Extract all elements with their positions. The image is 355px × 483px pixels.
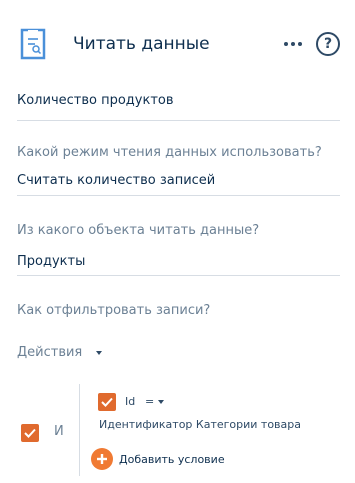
chevron-down-icon [158, 399, 165, 404]
check-icon [101, 397, 113, 407]
group-checkbox[interactable] [21, 424, 39, 442]
condition-value[interactable]: Идентификатор Категории товара [99, 418, 301, 431]
actions-dropdown[interactable]: Действия [17, 345, 103, 360]
mode-question-label: Какой режим чтения данных использовать? [17, 145, 322, 160]
condition-operator-label: = [145, 395, 155, 408]
group-operator[interactable]: И [54, 424, 64, 439]
name-field-underline [17, 120, 340, 121]
check-icon [24, 428, 36, 438]
more-dot [298, 42, 302, 46]
more-dot [284, 42, 288, 46]
add-condition-button[interactable]: Добавить условие [91, 448, 225, 470]
condition-checkbox[interactable] [98, 393, 116, 411]
object-select-underline [17, 275, 340, 276]
page-title: Читать данные [73, 34, 210, 54]
more-dot [291, 42, 295, 46]
more-icon[interactable] [283, 34, 303, 54]
object-select[interactable]: Продукты [17, 254, 85, 269]
help-icon[interactable]: ? [316, 32, 340, 56]
object-question-label: Из какого объекта читать данные? [17, 223, 260, 238]
filter-list-icon [18, 27, 48, 61]
filter-question-label: Как отфильтровать записи? [17, 303, 211, 318]
mode-select-underline [17, 195, 340, 196]
condition-operator[interactable]: = [145, 395, 165, 408]
panel-header: Читать данные ? [0, 0, 355, 90]
mode-select[interactable]: Считать количество записей [17, 173, 215, 188]
add-condition-label: Добавить условие [119, 452, 225, 466]
actions-label: Действия [17, 345, 83, 360]
condition-field[interactable]: Id [125, 395, 135, 408]
plus-icon [91, 448, 113, 470]
group-divider [79, 384, 80, 476]
chevron-down-icon [96, 350, 103, 355]
name-field[interactable]: Количество продуктов [17, 93, 174, 108]
